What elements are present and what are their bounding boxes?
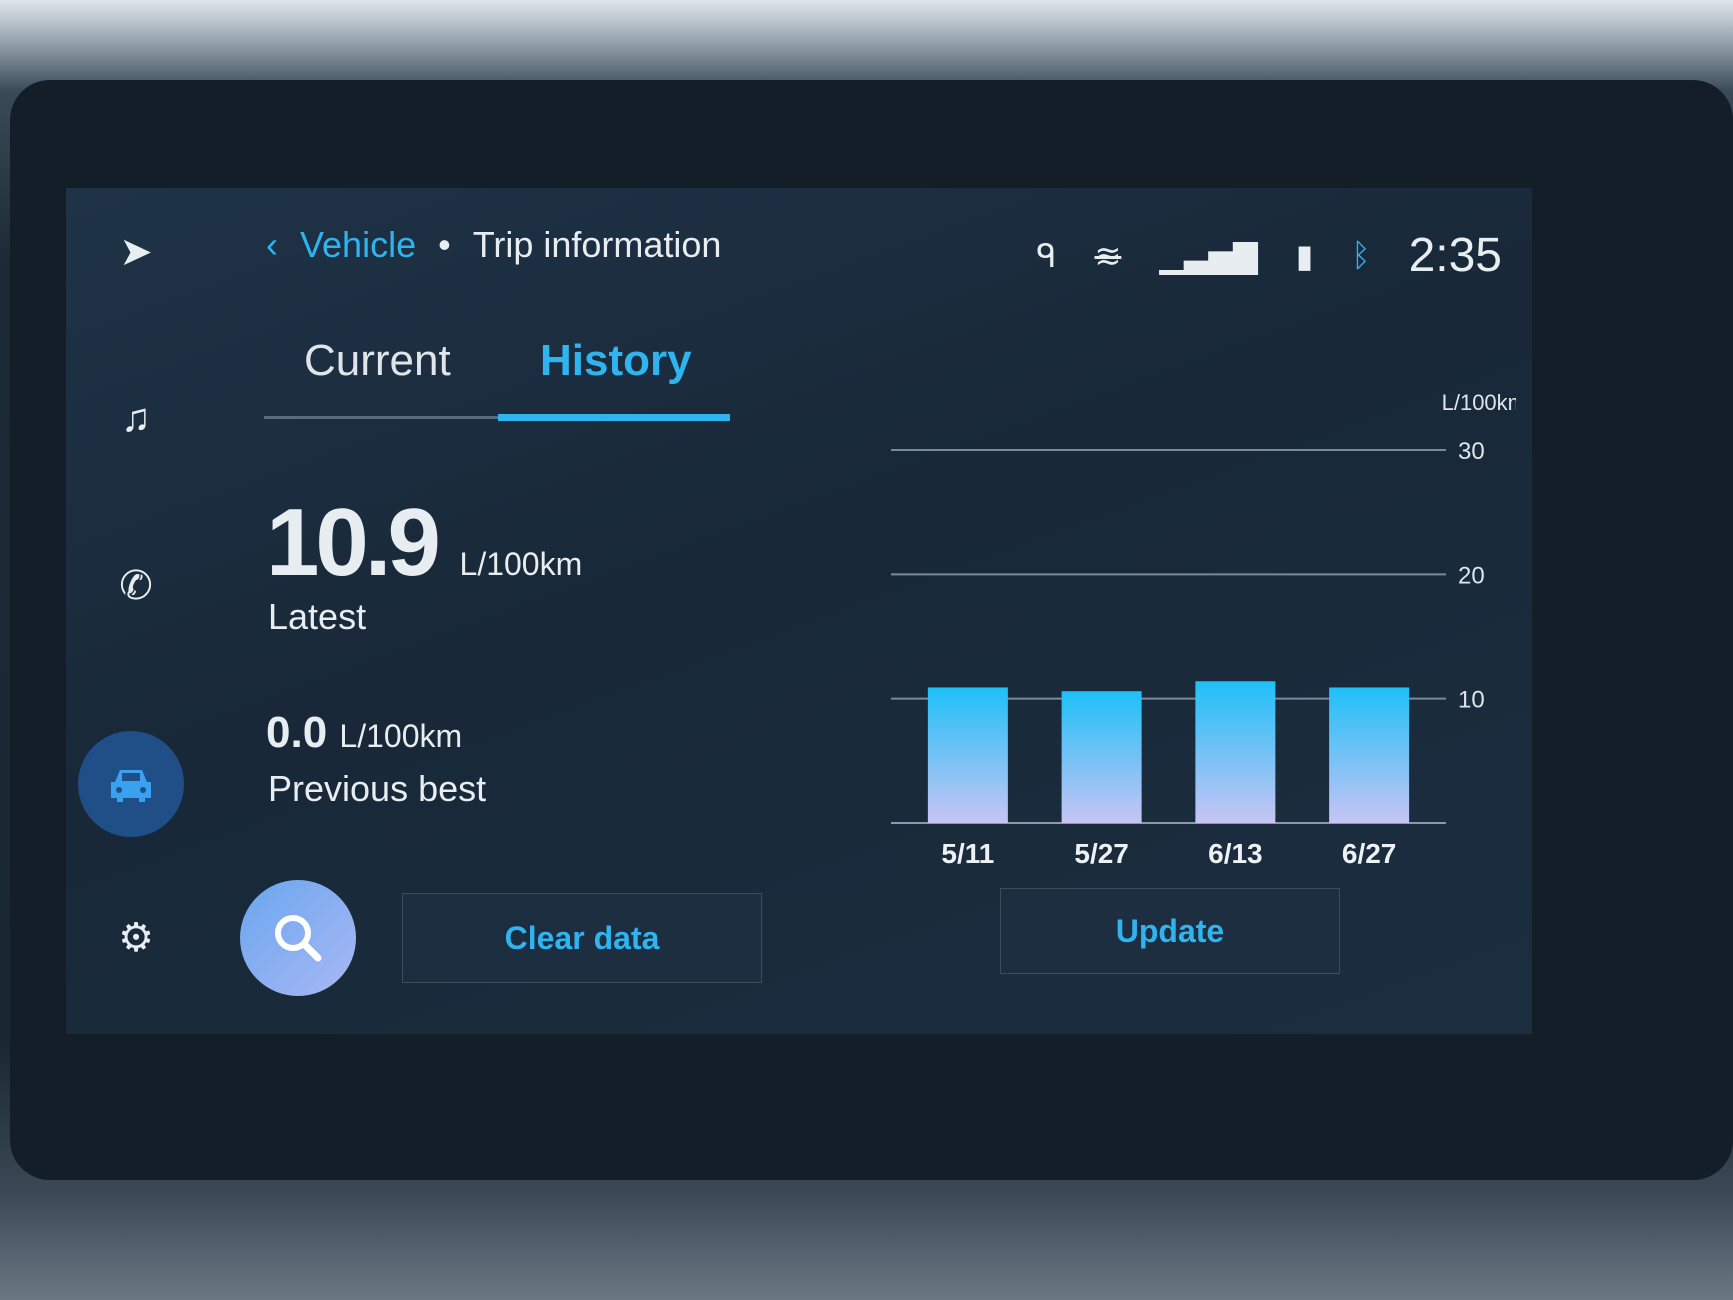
- fuel-history-chart: L/100km 10 20 30 5/11 5/27 6/13 6/27: [891, 390, 1516, 869]
- update-button[interactable]: Update: [1000, 888, 1340, 974]
- infotainment-screen: ➤ ♫ ✆ ⚙ ‹ Vehicle • Trip information ᑫ ≋…: [66, 188, 1532, 1034]
- status-bar: ᑫ ≋ ▁▃▅▇ ▮ ᛒ 2:35: [1036, 228, 1502, 283]
- latest-label: Latest: [268, 596, 367, 637]
- x-tick-label: 5/11: [941, 838, 994, 869]
- bar: [1195, 681, 1276, 823]
- tab-history[interactable]: History: [540, 336, 692, 386]
- x-tick-label: 5/27: [1074, 838, 1129, 869]
- page-title: Trip information: [472, 224, 722, 265]
- y-tick-label: 30: [1458, 438, 1485, 465]
- mic-off-icon: ≋: [1094, 237, 1122, 274]
- previous-best-label: Previous best: [268, 768, 487, 809]
- y-tick-label: 10: [1458, 687, 1485, 714]
- bar: [1329, 687, 1410, 823]
- tab-indicator: [498, 414, 730, 421]
- search-button[interactable]: [240, 880, 356, 996]
- y-axis-label: L/100km: [1442, 390, 1516, 415]
- clock: 2:35: [1408, 229, 1502, 282]
- navigation-icon[interactable]: ➤: [106, 222, 166, 282]
- bar: [1061, 691, 1142, 823]
- wireless-charging-icon: ᑫ: [1036, 237, 1057, 274]
- breadcrumb: ‹ Vehicle • Trip information: [266, 224, 721, 266]
- clear-data-button[interactable]: Clear data: [402, 893, 762, 983]
- bluetooth-icon: ᛒ: [1351, 237, 1371, 273]
- x-tick-label: 6/13: [1208, 838, 1263, 869]
- previous-best-value: 0.0 L/100km: [266, 708, 463, 757]
- battery-icon: ▮: [1295, 237, 1314, 274]
- breadcrumb-parent[interactable]: Vehicle: [300, 224, 416, 266]
- bar: [927, 687, 1008, 823]
- signal-icon: ▁▃▅▇: [1159, 237, 1258, 274]
- separator-dot: •: [438, 224, 451, 265]
- x-tick-label: 6/27: [1342, 838, 1397, 869]
- back-icon[interactable]: ‹: [266, 224, 278, 266]
- latest-value: 10.9 L/100km: [266, 489, 583, 596]
- phone-icon[interactable]: ✆: [106, 556, 166, 616]
- search-icon: [275, 915, 322, 962]
- y-tick-label: 20: [1458, 562, 1485, 589]
- tab-current[interactable]: Current: [304, 336, 451, 386]
- music-icon[interactable]: ♫: [106, 388, 166, 448]
- settings-icon[interactable]: ⚙: [106, 908, 166, 968]
- car-icon[interactable]: [78, 731, 184, 837]
